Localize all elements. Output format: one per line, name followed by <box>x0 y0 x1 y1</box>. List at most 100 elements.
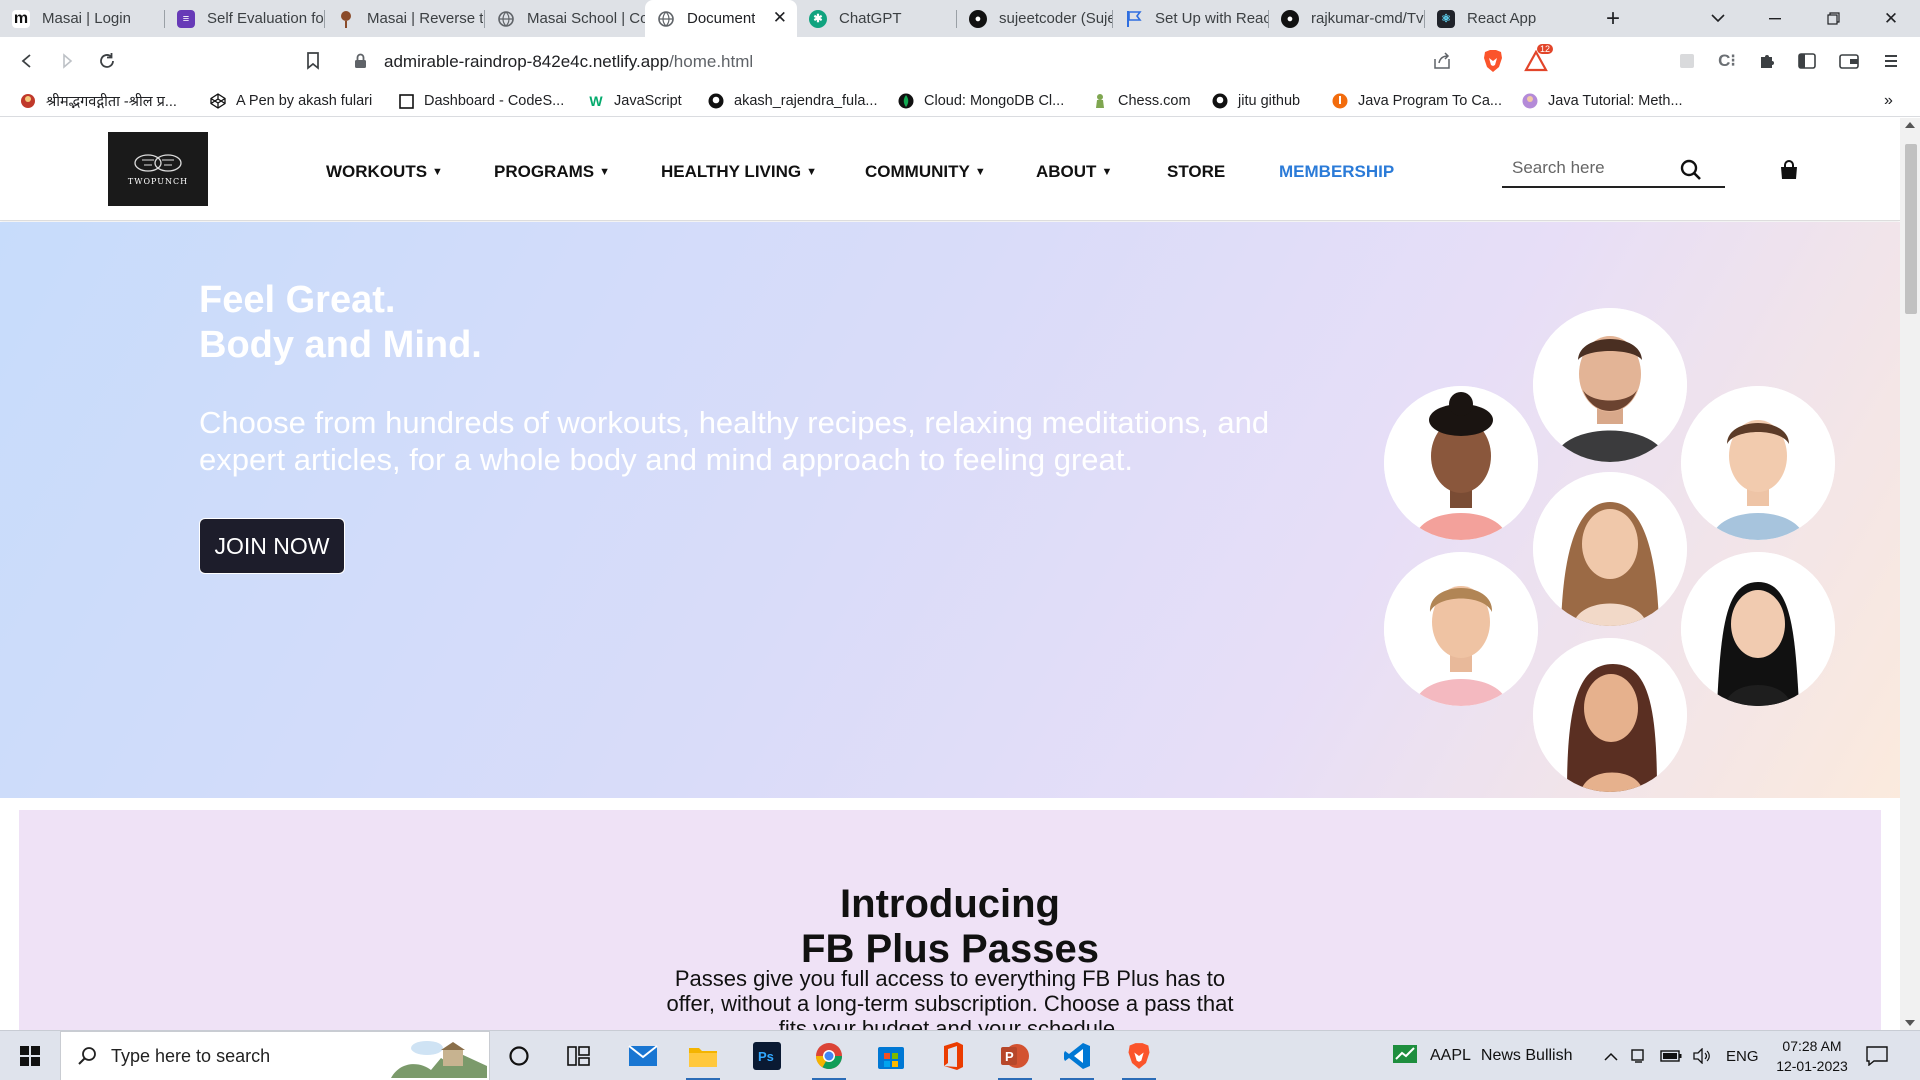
tab-search-icon[interactable] <box>1695 0 1741 37</box>
menu-icon[interactable] <box>1876 46 1906 76</box>
bookmark-label: jitu github <box>1238 93 1301 109</box>
back-icon[interactable] <box>12 46 42 76</box>
openai-icon: ✱ <box>809 9 827 28</box>
address-bar[interactable]: admirable-raindrop-842e4c.netlify.app/ho… <box>334 43 1454 79</box>
close-window-icon[interactable]: ✕ <box>1868 0 1914 37</box>
nav-about[interactable]: ABOUT ▼ <box>1036 162 1112 182</box>
cart-bag-icon[interactable] <box>1779 160 1799 185</box>
square-icon <box>398 93 414 109</box>
scroll-up-arrow-icon[interactable] <box>1905 122 1915 128</box>
join-now-button[interactable]: JOIN NOW <box>199 518 345 574</box>
chess-icon <box>1092 93 1108 109</box>
bookmark-javascript[interactable]: W JavaScript <box>588 91 682 111</box>
windows-start-icon[interactable] <box>0 1031 60 1080</box>
caret-down-icon: ▼ <box>599 166 611 178</box>
hero-heading-line1: Feel Great. <box>199 279 396 321</box>
task-view-icon[interactable] <box>556 1037 602 1075</box>
volume-icon[interactable] <box>1692 1031 1712 1080</box>
office-icon[interactable] <box>930 1037 976 1075</box>
forward-icon[interactable] <box>52 46 82 76</box>
notifications-icon[interactable] <box>1866 1031 1888 1080</box>
brave-rewards-icon[interactable]: 12 <box>1521 44 1554 76</box>
bookmark-gita[interactable]: श्रीमद्भगवद्गीता -श्रील प्र... <box>20 91 177 111</box>
chrome-icon[interactable] <box>806 1037 852 1080</box>
more-bookmarks-icon[interactable]: » <box>1884 91 1893 111</box>
nav-programs[interactable]: PROGRAMS ▼ <box>494 162 610 182</box>
tab-chatgpt[interactable]: ✱ ChatGPT <box>797 0 957 37</box>
tab-rajkumar[interactable]: ● rajkumar-cmd/Tv <box>1269 0 1425 37</box>
nav-community[interactable]: COMMUNITY ▼ <box>865 162 986 182</box>
extension-grey-icon[interactable] <box>1672 46 1702 76</box>
bookmark-codesignal[interactable]: Dashboard - CodeS... <box>398 91 564 111</box>
nav-membership[interactable]: MEMBERSHIP <box>1279 162 1394 182</box>
search-icon[interactable] <box>1680 159 1702 186</box>
w3-icon: W <box>589 93 603 109</box>
wallet-icon[interactable] <box>1834 46 1864 76</box>
bookmark-icon[interactable] <box>298 46 328 76</box>
bookmark-label: JavaScript <box>614 93 682 109</box>
tab-sujeetcoder[interactable]: ● sujeetcoder (Suje <box>957 0 1113 37</box>
clock[interactable]: 07:28 AM 12-01-2023 <box>1770 1031 1854 1080</box>
page-scrollbar[interactable] <box>1900 118 1920 1030</box>
tab-react-app[interactable]: ⚛ React App <box>1425 0 1585 37</box>
search-input[interactable] <box>1512 158 1682 178</box>
nav-workouts[interactable]: WORKOUTS ▼ <box>326 162 443 182</box>
mail-icon[interactable] <box>620 1037 666 1075</box>
language-indicator[interactable]: ENG <box>1726 1031 1759 1080</box>
bookmark-java-program[interactable]: Java Program To Ca... <box>1332 91 1502 111</box>
reload-icon[interactable] <box>92 46 122 76</box>
powerpoint-icon[interactable]: P <box>992 1037 1038 1080</box>
taskbar-search-placeholder: Type here to search <box>111 1046 271 1066</box>
cortana-icon[interactable] <box>496 1037 542 1075</box>
meet-now-icon[interactable] <box>1630 1031 1648 1080</box>
site-search <box>1502 150 1725 188</box>
tab-masai-school[interactable]: Masai School | Co <box>485 0 645 37</box>
new-tab-icon[interactable]: + <box>1590 0 1636 37</box>
bookmark-jitu-github[interactable]: jitu github <box>1212 91 1300 111</box>
share-icon[interactable] <box>1432 51 1452 76</box>
photoshop-icon[interactable]: Ps <box>744 1037 790 1075</box>
bookmark-codepen[interactable]: A Pen by akash fulari <box>210 91 372 111</box>
close-tab-icon[interactable]: ✕ <box>773 8 787 28</box>
sidebar-icon[interactable] <box>1792 46 1822 76</box>
restore-icon[interactable] <box>1810 0 1856 37</box>
minimize-icon[interactable] <box>1752 0 1798 37</box>
tab-label: Set Up with Reac <box>1155 10 1269 27</box>
intro-heading: Introducing FB Plus Passes <box>19 882 1881 972</box>
extensions-puzzle-icon[interactable] <box>1752 46 1782 76</box>
extension-ci-icon[interactable]: C⁝ <box>1712 46 1742 76</box>
tab-masai-login[interactable]: m Masai | Login <box>0 0 165 37</box>
logo-text: TWOPUNCH <box>127 176 189 186</box>
site-logo[interactable]: TWOPUNCH <box>108 132 208 206</box>
nav-healthy-living[interactable]: HEALTHY LIVING ▼ <box>661 162 817 182</box>
brave-icon[interactable] <box>1116 1037 1162 1080</box>
tab-document[interactable]: Document ✕ <box>645 0 797 37</box>
battery-icon[interactable] <box>1660 1031 1682 1080</box>
clock-time: 07:28 AM <box>1782 1038 1842 1054</box>
tab-masai-reverse[interactable]: Masai | Reverse t <box>325 0 485 37</box>
tab-label: Masai | Login <box>42 10 131 27</box>
bookmark-akash-github[interactable]: akash_rajendra_fula... <box>708 91 878 111</box>
nav-label: COMMUNITY <box>865 162 970 181</box>
bookmark-mongodb[interactable]: Cloud: MongoDB Cl... <box>898 91 1064 111</box>
bookmark-java-tutorial[interactable]: Java Tutorial: Meth... <box>1522 91 1683 111</box>
show-hidden-icons-icon[interactable] <box>1604 1031 1618 1080</box>
news-widget[interactable]: AAPL News Bullish <box>1392 1031 1573 1080</box>
brave-shield-icon[interactable] <box>1478 46 1508 76</box>
vscode-icon[interactable] <box>1054 1037 1100 1080</box>
scrollbar-thumb[interactable] <box>1905 144 1917 314</box>
react-icon: ⚛ <box>1437 9 1455 28</box>
caret-down-icon: ▼ <box>1101 166 1113 178</box>
tab-label: Masai | Reverse t <box>367 10 484 27</box>
bookmark-chess[interactable]: Chess.com <box>1092 91 1191 111</box>
tab-self-evaluation[interactable]: ≡ Self Evaluation fo <box>165 0 325 37</box>
store-icon[interactable] <box>868 1037 914 1075</box>
file-explorer-icon[interactable] <box>680 1037 726 1080</box>
globe-icon <box>657 10 675 28</box>
scroll-down-arrow-icon[interactable] <box>1905 1020 1915 1026</box>
tab-setup-react[interactable]: Set Up with Reac <box>1113 0 1269 37</box>
browser-tab-strip: m Masai | Login ≡ Self Evaluation fo Mas… <box>0 0 1920 37</box>
nav-store[interactable]: STORE <box>1167 162 1225 182</box>
intro-heading-line1: Introducing <box>840 882 1060 926</box>
taskbar-search-box[interactable]: Type here to search <box>60 1031 490 1080</box>
